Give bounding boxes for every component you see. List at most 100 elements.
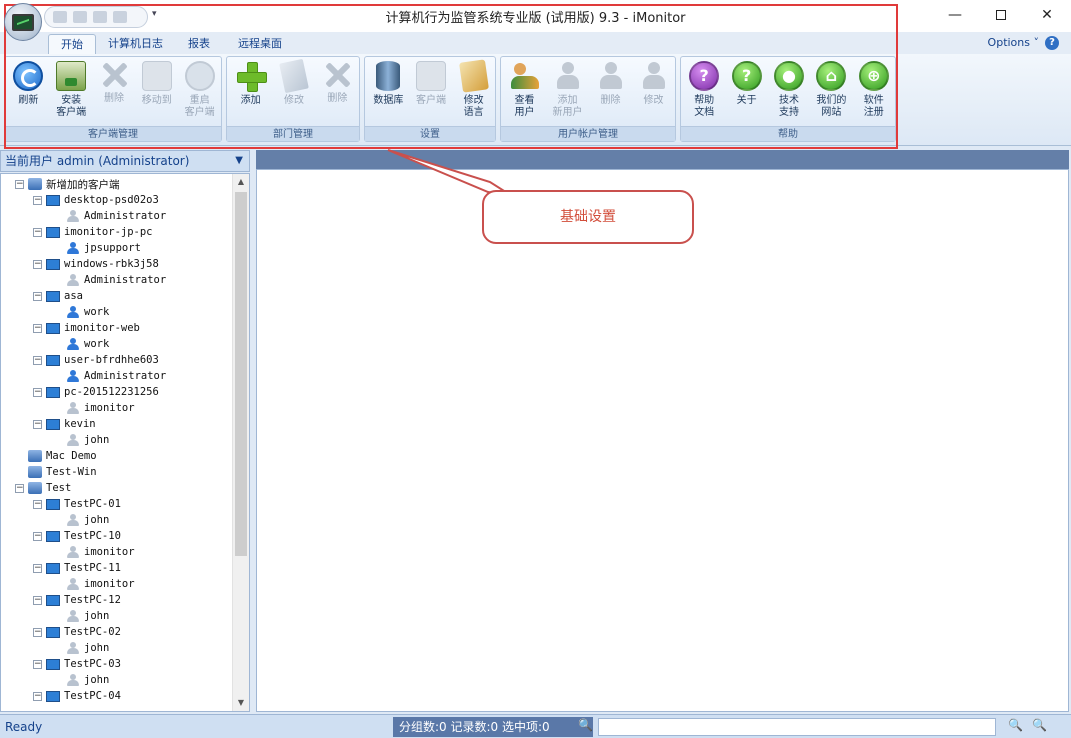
ribbon-button-delete[interactable]: 删除 — [94, 61, 134, 105]
ribbon-button-support[interactable]: ● 技术 支持 — [769, 61, 809, 119]
ribbon-button-cart[interactable]: ⊕ 软件 注册 — [854, 61, 894, 119]
collapse-toggle-icon[interactable]: − — [33, 627, 42, 637]
collapse-toggle-icon[interactable]: − — [33, 499, 42, 509]
tree-node[interactable]: − user-bfrdhhe603 — [33, 352, 159, 368]
zoom-in-icon[interactable]: 🔍 — [1008, 718, 1023, 732]
scroll-up-arrow-icon[interactable]: ▲ — [233, 174, 249, 190]
tree-node[interactable]: jpsupport — [66, 240, 141, 256]
tree-node[interactable]: imonitor — [66, 576, 135, 592]
tree-node[interactable]: − 新增加的客户端 — [15, 176, 120, 192]
tree-node[interactable]: − TestPC-03 — [33, 656, 121, 672]
current-user-selector[interactable]: 当前用户 admin (Administrator) ▼ — [0, 150, 250, 172]
options-menu[interactable]: Options ˅ — [988, 36, 1039, 49]
tree-node[interactable]: work — [66, 304, 109, 320]
tree-node[interactable]: john — [66, 640, 109, 656]
search-icon: 🔍 — [578, 718, 593, 732]
tree-scrollbar[interactable]: ▲ ▼ — [232, 174, 249, 711]
close-button[interactable]: ✕ — [1024, 0, 1070, 30]
collapse-toggle-icon[interactable]: − — [33, 419, 42, 429]
tree-node[interactable]: imonitor — [66, 400, 135, 416]
user-inactive-icon — [66, 610, 80, 622]
user-active-icon — [66, 306, 80, 318]
maximize-button[interactable] — [978, 0, 1024, 30]
ribbon-button-database[interactable]: 数据库 — [368, 61, 408, 107]
ribbon-button-edit[interactable]: 修改 — [274, 58, 314, 107]
tree-node[interactable]: − TestPC-10 — [33, 528, 121, 544]
tree-node[interactable]: − TestPC-11 — [33, 560, 121, 576]
collapse-toggle-icon[interactable]: − — [33, 259, 42, 269]
tree-node[interactable]: Test-Win — [28, 464, 97, 480]
tree-node[interactable]: − TestPC-04 — [33, 688, 121, 704]
tree-node[interactable]: Administrator — [66, 208, 166, 224]
tree-node[interactable]: Mac Demo — [28, 448, 97, 464]
client-tree[interactable]: − TestPC-04 john − TestPC-03 john − TestPC-02 jo… — [0, 173, 250, 712]
ribbon-button-home[interactable]: ⌂ 我们的 网站 — [811, 61, 851, 119]
collapse-toggle-icon[interactable]: − — [33, 595, 42, 605]
tab-1[interactable]: 计算机日志 — [96, 34, 175, 54]
tree-node[interactable]: − TestPC-01 — [33, 496, 121, 512]
ribbon-button-add-user[interactable]: 添加 新用户 — [548, 61, 588, 119]
user-inactive-icon — [66, 402, 80, 414]
ribbon-button-add[interactable]: 添加 — [231, 61, 271, 107]
ribbon-button-about[interactable]: ? 关于 — [727, 61, 767, 107]
tree-node[interactable]: − imonitor-web — [33, 320, 140, 336]
tree-node[interactable]: Administrator — [66, 272, 166, 288]
collapse-toggle-icon[interactable]: − — [33, 195, 42, 205]
title-bar: ▾ 计算机行为监管系统专业版 (试用版) 9.3 - iMonitor — ✕ — [0, 0, 1071, 32]
tree-node[interactable]: − TestPC-02 — [33, 624, 121, 640]
ribbon-button-client-settings[interactable]: 客户端 — [411, 61, 451, 107]
tree-node[interactable]: john — [66, 608, 109, 624]
collapse-toggle-icon[interactable]: − — [33, 291, 42, 301]
tree-node[interactable]: − Test — [15, 480, 71, 496]
language-icon — [458, 59, 489, 93]
tree-node-label: Administrator — [84, 274, 167, 286]
ribbon-button-delete[interactable]: 删除 — [317, 61, 357, 105]
help-icon[interactable]: ? — [1045, 36, 1059, 50]
collapse-toggle-icon[interactable]: − — [33, 691, 42, 701]
tree-node[interactable]: − imonitor-jp-pc — [33, 224, 153, 240]
collapse-toggle-icon[interactable]: − — [33, 659, 42, 669]
ribbon-button-refresh[interactable]: 刷新 — [8, 61, 48, 107]
tree-node[interactable]: john — [66, 672, 109, 688]
search-input[interactable] — [598, 718, 996, 736]
tab-0[interactable]: 开始 — [48, 34, 96, 54]
ribbon-button-users[interactable]: 查看 用户 — [505, 61, 545, 119]
ribbon-button-move[interactable]: 移动到 — [137, 61, 177, 107]
collapse-toggle-icon[interactable]: − — [33, 531, 42, 541]
tree-node[interactable]: − kevin — [33, 416, 96, 432]
tree-node-label: imonitor — [84, 546, 135, 558]
zoom-out-icon[interactable]: 🔍 — [1032, 718, 1047, 732]
tab-3[interactable]: 远程桌面 — [226, 34, 294, 54]
tree-node[interactable]: − pc-201512231256 — [33, 384, 159, 400]
collapse-toggle-icon[interactable]: − — [15, 179, 24, 189]
ribbon-button-restart[interactable]: 重启 客户端 — [180, 61, 220, 119]
ribbon-button-install-client[interactable]: 安装 客户端 — [51, 61, 91, 119]
tree-node[interactable]: − asa — [33, 288, 83, 304]
collapse-toggle-icon[interactable]: − — [33, 227, 42, 237]
ribbon-button-help-doc[interactable]: ? 帮助 文档 — [684, 61, 724, 119]
tree-node[interactable]: Administrator — [66, 368, 166, 384]
ribbon-button-language[interactable]: 修改 语言 — [454, 59, 494, 119]
app-menu-button[interactable] — [4, 3, 42, 41]
collapse-toggle-icon[interactable]: − — [33, 355, 42, 365]
tree-node[interactable]: john — [66, 432, 109, 448]
minimize-button[interactable]: — — [932, 0, 978, 30]
ribbon-group-4: ? 帮助 文档? 关于 ● 技术 支持 ⌂ 我们的 网站 ⊕ 软件 注册 帮助 — [680, 56, 896, 142]
collapse-toggle-icon[interactable]: − — [33, 323, 42, 333]
tree-node[interactable]: work — [66, 336, 109, 352]
collapse-toggle-icon[interactable]: − — [33, 563, 42, 573]
tab-2[interactable]: 报表 — [176, 34, 222, 54]
collapse-toggle-icon[interactable]: − — [33, 387, 42, 397]
tree-node[interactable]: − windows-rbk3j58 — [33, 256, 159, 272]
chevron-down-icon[interactable]: ▼ — [235, 151, 243, 171]
ribbon-button-delete-user[interactable]: 删除 — [591, 61, 631, 107]
scroll-down-arrow-icon[interactable]: ▼ — [233, 695, 249, 711]
scroll-thumb[interactable] — [235, 192, 247, 556]
tree-node[interactable]: imonitor — [66, 544, 135, 560]
ribbon-button-edit-user[interactable]: 修改 — [634, 61, 674, 107]
ribbon-button-label: 修改 语言 — [463, 95, 484, 118]
tree-node[interactable]: − desktop-psd02o3 — [33, 192, 159, 208]
collapse-toggle-icon[interactable]: − — [15, 483, 24, 493]
tree-node[interactable]: john — [66, 512, 109, 528]
tree-node[interactable]: − TestPC-12 — [33, 592, 121, 608]
